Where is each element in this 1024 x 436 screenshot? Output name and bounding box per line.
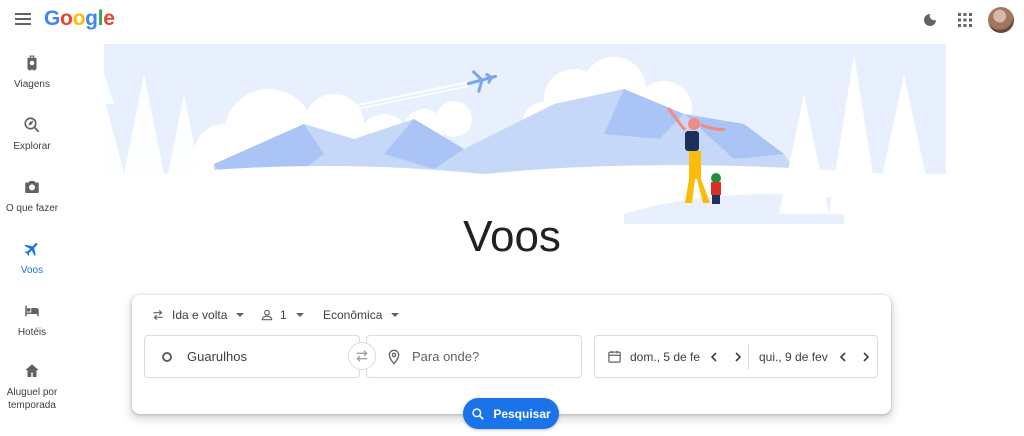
sidebar-item-label: Explorar bbox=[13, 141, 51, 152]
apps-grid-icon[interactable] bbox=[953, 8, 977, 32]
passengers-dropdown[interactable]: 1 bbox=[260, 306, 304, 324]
swap-horizontal-icon bbox=[356, 350, 368, 362]
return-prev-chevron-icon[interactable] bbox=[834, 348, 852, 366]
camera-icon bbox=[25, 181, 39, 193]
google-logo[interactable]: Google bbox=[44, 7, 115, 31]
return-date-field[interactable]: qui., 9 de fev bbox=[759, 336, 875, 377]
location-pin-icon bbox=[388, 349, 400, 365]
date-divider bbox=[748, 344, 749, 370]
calendar-icon bbox=[608, 350, 621, 363]
destination-placeholder: Para onde? bbox=[412, 349, 480, 364]
sidebar-item-explorar[interactable]: Explorar bbox=[0, 116, 64, 153]
sidebar-item-label: Aluguel por temporada bbox=[6, 387, 58, 411]
swap-arrows-icon bbox=[153, 309, 163, 321]
chevron-down-icon bbox=[391, 313, 400, 317]
passengers-count: 1 bbox=[280, 308, 287, 322]
sidebar-item-aluguel[interactable]: Aluguel por temporada bbox=[0, 362, 64, 412]
departure-date-value: dom., 5 de fe bbox=[630, 349, 701, 364]
flight-search-card: Ida e volta 1 Econômica Guarulhos Para o… bbox=[132, 295, 891, 429]
sidebar-item-label: Viagens bbox=[14, 79, 50, 90]
departure-date-field[interactable]: dom., 5 de fe bbox=[607, 336, 747, 377]
origin-circle-icon bbox=[162, 351, 172, 362]
menu-icon[interactable] bbox=[12, 10, 34, 30]
search-button-label: Pesquisar bbox=[493, 406, 551, 421]
return-next-chevron-icon[interactable] bbox=[857, 348, 875, 366]
hotel-bed-icon bbox=[25, 305, 39, 317]
person-icon bbox=[261, 309, 273, 321]
explore-icon bbox=[24, 117, 40, 133]
departure-prev-chevron-icon[interactable] bbox=[705, 348, 723, 366]
search-icon bbox=[472, 407, 485, 420]
destination-field[interactable]: Para onde? bbox=[366, 335, 582, 378]
chevron-down-icon bbox=[295, 313, 304, 317]
sidebar-item-hoteis[interactable]: Hotéis bbox=[0, 302, 64, 339]
chevron-down-icon bbox=[236, 313, 245, 317]
search-button[interactable]: Pesquisar bbox=[463, 398, 559, 429]
dark-mode-icon[interactable] bbox=[918, 8, 942, 32]
top-app-bar: Google bbox=[0, 0, 1024, 40]
home-icon bbox=[25, 364, 39, 377]
return-date-value: qui., 9 de fev bbox=[759, 349, 828, 364]
cabin-class-label: Econômica bbox=[323, 308, 383, 322]
trip-type-label: Ida e volta bbox=[172, 308, 228, 322]
page-title: Voos bbox=[463, 212, 561, 261]
origin-field[interactable]: Guarulhos bbox=[144, 335, 360, 378]
swap-origin-destination-button[interactable] bbox=[348, 342, 376, 370]
departure-next-chevron-icon[interactable] bbox=[729, 348, 747, 366]
sidebar-item-label: Hotéis bbox=[17, 327, 47, 338]
cabin-class-dropdown[interactable]: Econômica bbox=[323, 306, 400, 324]
origin-value: Guarulhos bbox=[187, 349, 247, 364]
hero-illustration bbox=[84, 44, 946, 224]
sidebar-item-label: Voos bbox=[20, 265, 44, 276]
trip-type-dropdown[interactable]: Ida e volta bbox=[151, 306, 245, 324]
luggage-icon bbox=[27, 55, 37, 71]
avatar[interactable] bbox=[988, 7, 1014, 33]
sidebar-item-o-que-fazer[interactable]: O que fazer bbox=[0, 178, 64, 215]
sidebar-item-viagens[interactable]: Viagens bbox=[0, 54, 64, 91]
date-range-field: dom., 5 de fe qui., 9 de fev bbox=[594, 335, 878, 378]
